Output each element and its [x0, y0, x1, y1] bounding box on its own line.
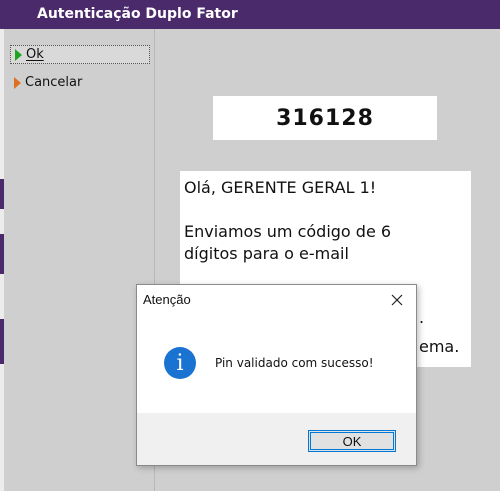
dialog-ok-button[interactable]: OK	[308, 430, 396, 452]
window-titlebar: Autenticação Duplo Fator	[0, 0, 500, 29]
message-line-1: Enviamos um código de 6	[184, 222, 392, 241]
info-icon: i	[164, 347, 196, 379]
play-icon	[14, 76, 21, 89]
message-fragment-1: .	[419, 308, 425, 327]
window-title: Autenticação Duplo Fator	[37, 6, 238, 22]
left-menu-panel: Ok Cancelar	[4, 29, 155, 491]
ok-menu-button[interactable]: Ok	[10, 45, 150, 64]
play-icon	[15, 48, 22, 61]
dialog-titlebar: Atenção	[137, 285, 416, 316]
dialog-body: i Pin validado com sucesso!	[137, 316, 416, 413]
ok-menu-label: Ok	[26, 47, 44, 62]
cancel-menu-button[interactable]: Cancelar	[10, 73, 154, 92]
verification-code: 316128	[213, 96, 437, 140]
dialog-footer: OK	[137, 413, 416, 465]
alert-dialog: Atenção i Pin validado com sucesso! OK	[136, 284, 417, 466]
message-fragment-2: ema.	[419, 337, 460, 356]
close-icon[interactable]	[388, 291, 406, 309]
cancel-menu-label: Cancelar	[25, 75, 83, 90]
greeting-text: Olá, GERENTE GERAL 1!	[184, 178, 377, 197]
dialog-title: Atenção	[143, 292, 191, 307]
message-line-2: dígitos para o e-mail	[184, 244, 349, 263]
dialog-message: Pin validado com sucesso!	[215, 356, 374, 370]
